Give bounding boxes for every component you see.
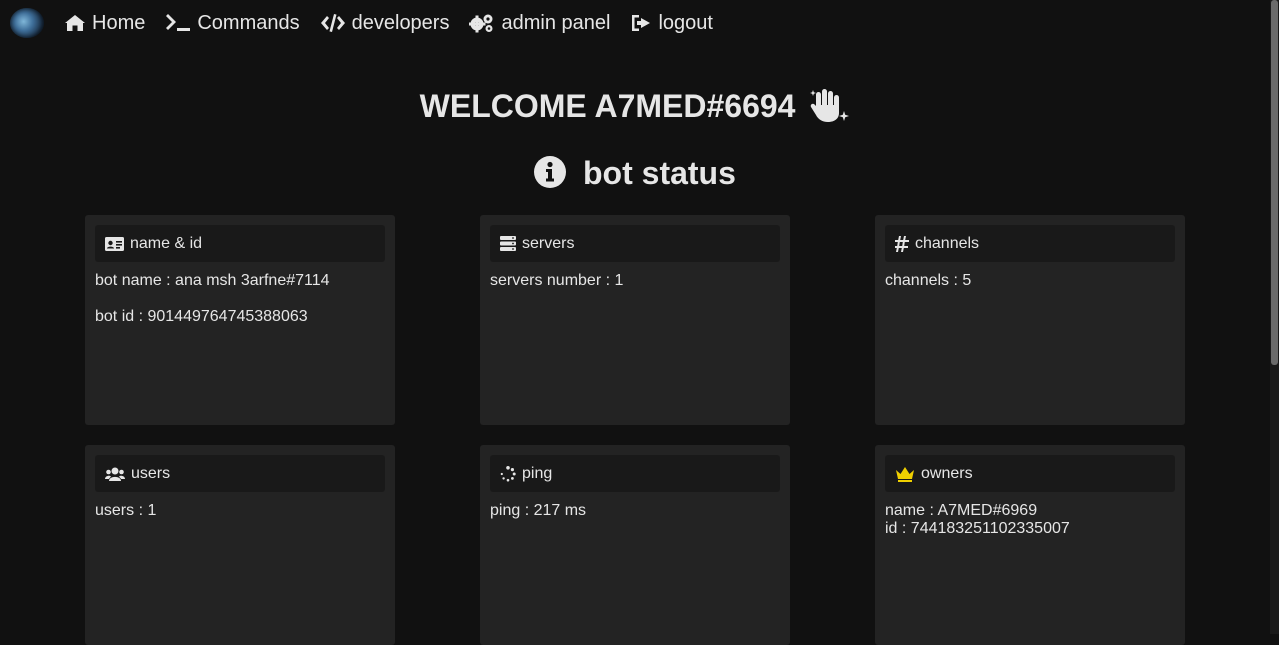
users-icon — [105, 467, 125, 481]
code-icon — [320, 14, 345, 32]
owners-card-title: owners — [921, 464, 973, 482]
channels-card-title: channels — [915, 234, 980, 252]
users-card-header: users — [95, 455, 385, 492]
users-count-text: users : 1 — [95, 502, 157, 519]
servers-card-header: servers — [490, 225, 780, 262]
crown-icon — [896, 466, 914, 482]
nav-developers-label: developers — [351, 11, 450, 34]
welcome-heading: WELCOME A7MED#6694 — [0, 88, 1270, 125]
navbar: Home Commands developers admin panel log… — [0, 0, 1270, 46]
ping-card-header: ping — [490, 455, 780, 492]
owner-name-text: name : A7MED#6969 — [885, 502, 1038, 519]
bot-logo[interactable] — [10, 8, 44, 38]
users-card-title: users — [131, 464, 171, 482]
name-id-card-title: name & id — [130, 234, 203, 252]
nav-developers[interactable]: developers — [320, 11, 450, 35]
welcome-text: WELCOME A7MED#6694 — [419, 88, 796, 124]
nav-home[interactable]: Home — [64, 12, 145, 35]
scrollbar-thumb[interactable] — [1271, 0, 1278, 365]
nav-admin-panel[interactable]: admin panel — [469, 12, 610, 35]
channels-count-text: channels : 5 — [885, 272, 972, 289]
servers-card: servers servers number : 1 — [480, 215, 790, 425]
bot-id-text: bot id : 901449764745388063 — [95, 308, 308, 325]
bot-status-text: bot status — [583, 155, 736, 191]
owners-card-header: owners — [885, 455, 1175, 492]
ping-card-title: ping — [522, 464, 553, 482]
name-id-card-header: name & id — [95, 225, 385, 262]
scrollbar[interactable] — [1270, 0, 1279, 634]
sign-out-icon — [632, 15, 651, 31]
hashtag-icon — [895, 235, 909, 252]
nav-admin-panel-label: admin panel — [501, 11, 611, 34]
nav-logout-label: logout — [658, 11, 713, 34]
owners-card: owners name : A7MED#6969 id : 7441832511… — [875, 445, 1185, 645]
info-circle-icon — [534, 156, 567, 188]
terminal-icon — [166, 14, 191, 31]
users-card: users users : 1 — [85, 445, 395, 645]
servers-number-text: servers number : 1 — [490, 272, 624, 289]
nav-commands[interactable]: Commands — [165, 11, 300, 35]
nav-home-label: Home — [92, 11, 146, 34]
bot-name-text: bot name : ana msh 3arfne#7114 — [95, 272, 330, 289]
name-id-card: name & id bot name : ana msh 3arfne#7114… — [85, 215, 395, 425]
server-icon — [500, 236, 516, 251]
owner-id-text: id : 744183251102335007 — [885, 520, 1070, 537]
nav-commands-label: Commands — [197, 11, 300, 34]
ping-card: ping ping : 217 ms — [480, 445, 790, 645]
channels-card-header: channels — [885, 225, 1175, 262]
spinner-icon — [500, 465, 516, 481]
id-card-icon — [105, 236, 124, 251]
cogs-icon — [469, 14, 493, 33]
servers-card-title: servers — [522, 234, 575, 252]
ping-value-text: ping : 217 ms — [490, 502, 587, 519]
home-icon — [65, 15, 85, 31]
hand-sparkles-icon — [810, 89, 850, 122]
bot-status-heading: bot status — [0, 155, 1270, 192]
channels-card: channels channels : 5 — [875, 215, 1185, 425]
nav-logout[interactable]: logout — [630, 12, 713, 35]
